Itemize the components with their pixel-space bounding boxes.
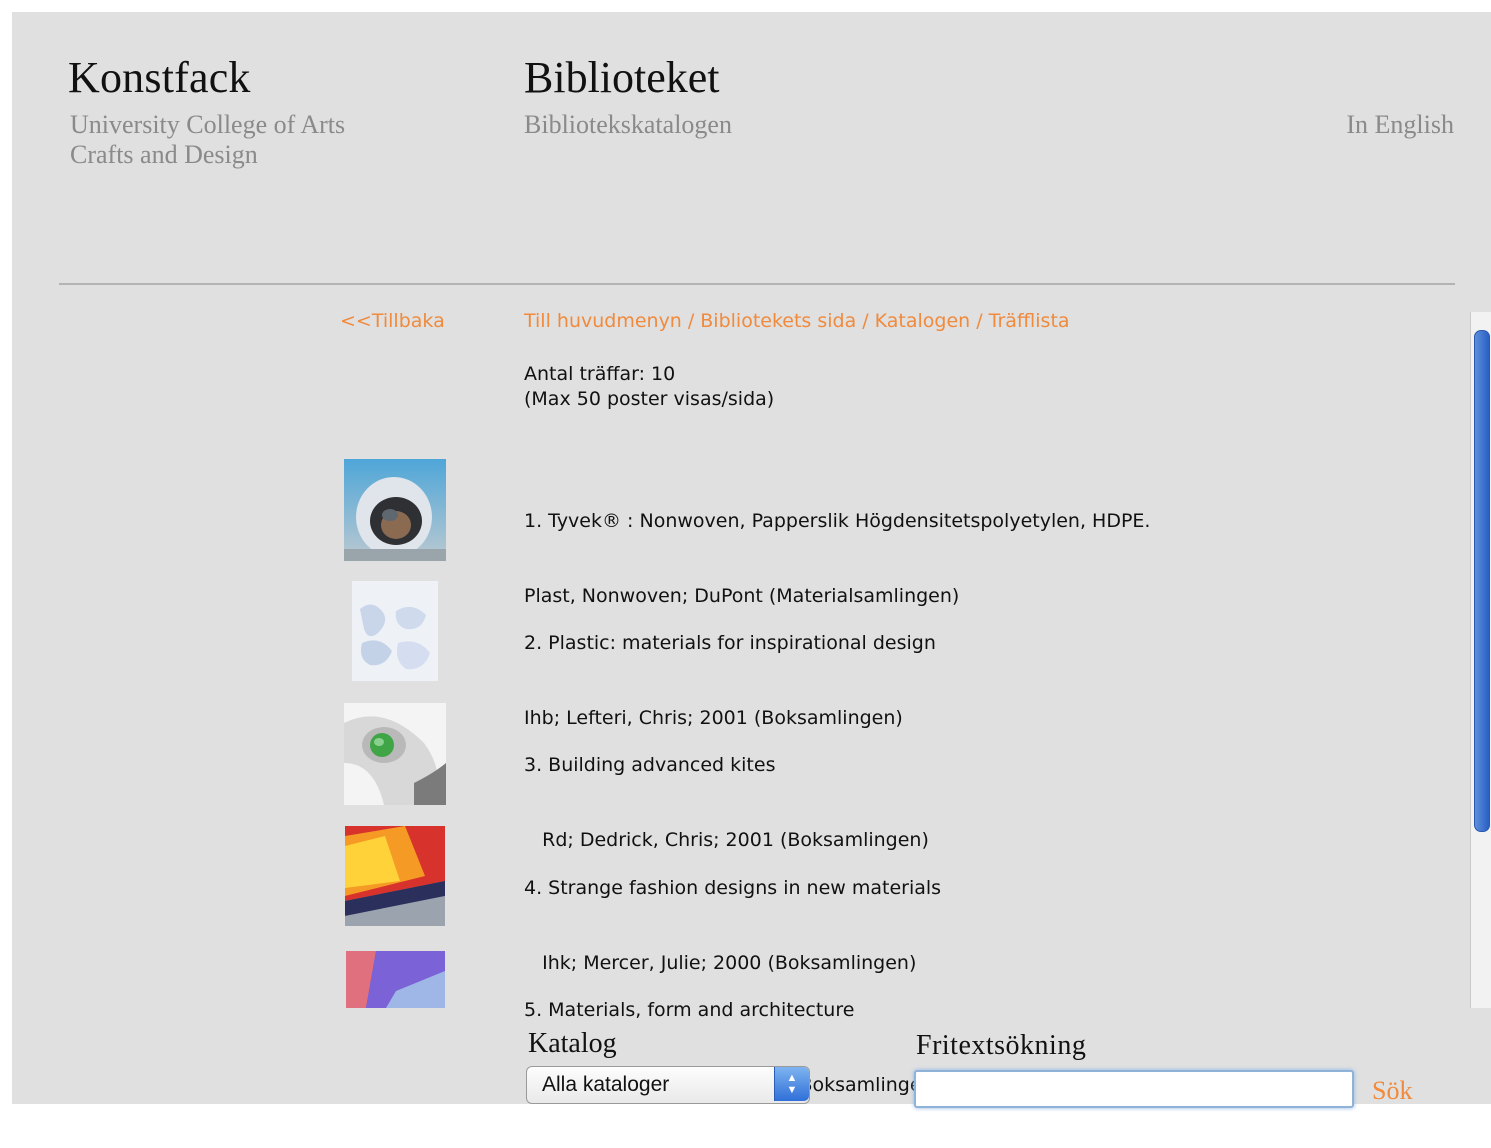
scrollbar-thumb[interactable]: [1474, 330, 1490, 832]
breadcrumb-hit-list[interactable]: Träfflista: [989, 310, 1070, 332]
back-link[interactable]: <<Tillbaka: [340, 310, 445, 332]
breadcrumb-separator: /: [976, 310, 983, 332]
breadcrumb: Till huvudmenyn / Bibliotekets sida / Katalo…: [524, 310, 1070, 332]
result-title-link[interactable]: 1. Tyvek® : Nonwoven, Papperslik Högdens…: [524, 509, 1150, 534]
catalog-select[interactable]: Alla kataloger ▲ ▼: [526, 1066, 810, 1104]
result-title-link[interactable]: 3. Building advanced kites: [524, 753, 929, 778]
astronaut-photo-thumbnail[interactable]: [344, 459, 446, 561]
breadcrumb-separator: /: [862, 310, 869, 332]
page-title: Biblioteket: [524, 53, 720, 102]
language-link[interactable]: In English: [1346, 110, 1454, 140]
select-arrows-icon: ▲ ▼: [774, 1067, 809, 1101]
breadcrumb-catalog[interactable]: Katalogen: [875, 310, 971, 332]
kite-device-thumbnail[interactable]: [344, 703, 446, 805]
brand-subtitle: University College of Arts Crafts and De…: [70, 110, 346, 169]
result-title-link[interactable]: 5. Materials, form and architecture: [524, 998, 941, 1023]
hit-count: Antal träffar: 10: [524, 363, 676, 385]
fabric-layers-thumbnail[interactable]: [345, 826, 445, 926]
freetext-search-input[interactable]: [914, 1070, 1354, 1108]
plastic-book-cover-thumbnail[interactable]: [352, 581, 438, 681]
result-title-link[interactable]: 2. Plastic: materials for inspirational …: [524, 631, 936, 656]
max-results-note: (Max 50 poster visas/sida): [524, 388, 775, 410]
page: Konstfack University College of Arts Cra…: [12, 12, 1491, 1108]
architecture-book-cover-thumbnail[interactable]: [346, 951, 445, 1008]
brand-title: Konstfack: [68, 53, 251, 102]
result-title-link[interactable]: 4. Strange fashion designs in new materi…: [524, 876, 941, 901]
breadcrumb-separator: /: [687, 310, 695, 332]
freetext-label: Fritextsökning: [916, 1030, 1087, 1061]
search-button[interactable]: Sök: [1372, 1076, 1412, 1106]
catalog-label: Katalog: [528, 1028, 617, 1059]
result-summary: Antal träffar: 10 (Max 50 poster visas/s…: [524, 362, 774, 412]
breadcrumb-main-menu[interactable]: Till huvudmenyn: [524, 310, 682, 332]
header-divider: [59, 283, 1455, 285]
page-subtitle: Bibliotekskatalogen: [524, 110, 732, 139]
catalog-selected-value: Alla kataloger: [542, 1073, 670, 1096]
breadcrumb-library-page[interactable]: Bibliotekets sida: [700, 310, 856, 332]
